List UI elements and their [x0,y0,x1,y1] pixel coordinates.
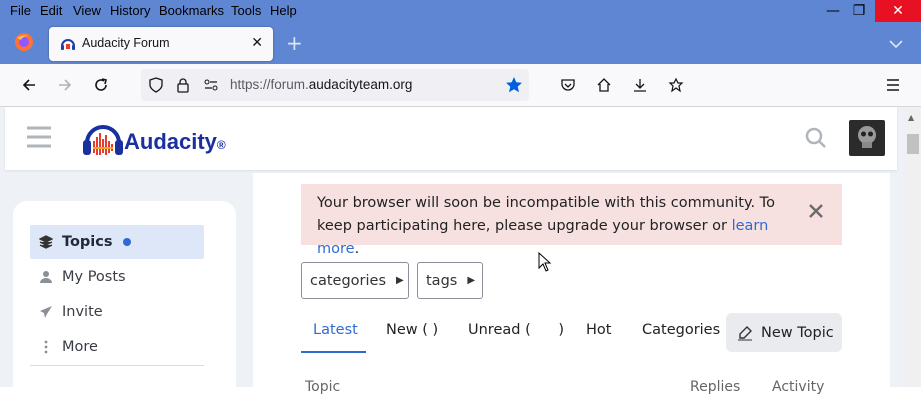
column-header-topic[interactable]: Topic [305,379,340,395]
unread-dot [122,238,131,246]
sidebar: Topics My Posts Invite More [13,201,236,401]
back-arrow-icon[interactable] [17,73,41,97]
menu-history[interactable]: History [110,3,150,18]
scroll-up-icon[interactable]: ▲ [908,113,914,122]
browser-tab[interactable]: Audacity Forum ✕ [49,27,273,61]
tab-close-icon[interactable]: ✕ [251,35,263,51]
alert-text: Your browser will soon be incompatible w… [317,195,775,257]
mouse-cursor-icon [538,251,552,276]
menu-tools[interactable]: Tools [231,3,261,18]
tab-hot[interactable]: Hot [586,322,611,338]
url-text[interactable]: https://forum.audacityteam.org [230,77,412,92]
hamburger-menu-icon[interactable] [881,73,905,97]
alert-close-icon[interactable] [808,200,824,225]
page-content: Audacity® Topics My Posts Invite More Yo… [0,107,905,403]
permissions-icon[interactable] [199,73,223,97]
paper-plane-icon [30,305,62,319]
sidebar-toggle-icon[interactable] [26,126,52,152]
close-window-button[interactable]: ✕ [875,0,921,22]
sidebar-divider [30,365,204,366]
layers-icon [30,235,62,249]
search-icon[interactable] [805,127,827,153]
column-header-activity[interactable]: Activity [772,379,824,395]
main-content: Your browser will soon be incompatible w… [253,173,890,403]
lock-icon[interactable] [171,73,195,97]
menu-file[interactable]: File [10,3,31,18]
active-tab-indicator [301,351,366,353]
new-tab-button[interactable]: + [286,31,303,55]
browser-warning-alert: Your browser will soon be incompatible w… [301,184,842,257]
edit-icon [737,325,753,341]
home-icon[interactable] [592,73,616,97]
audacity-favicon [60,36,76,56]
page-scrollbar[interactable]: ▲ [905,107,921,387]
shield-icon[interactable] [144,73,168,97]
scroll-thumb[interactable] [907,134,919,154]
new-topic-button[interactable]: New Topic [726,313,842,352]
categories-dropdown[interactable]: categories ▶ [301,262,409,299]
vertical-dots-icon [30,340,62,354]
firefox-icon[interactable] [14,32,34,56]
tab-latest[interactable]: Latest [313,322,358,338]
sidebar-item-invite[interactable]: Invite [30,295,204,329]
menu-edit[interactable]: Edit [40,3,62,18]
tab-strip: Audacity Forum ✕ + [0,22,921,64]
tab-title: Audacity Forum [82,36,170,50]
menu-bar: File Edit View History Bookmarks Tools H… [0,0,921,22]
sidebar-item-more[interactable]: More [30,330,204,364]
forward-arrow-icon[interactable] [53,73,77,97]
restore-button[interactable]: ❐ [844,0,874,22]
user-icon [30,270,62,284]
menu-bookmarks[interactable]: Bookmarks [159,3,224,18]
url-bar[interactable]: https://forum.audacityteam.org [141,69,529,101]
navigation-bar: https://forum.audacityteam.org [0,64,921,107]
tab-unread[interactable]: Unread ( ) [468,322,564,338]
pocket-icon[interactable] [556,73,580,97]
sidebar-item-my-posts[interactable]: My Posts [30,260,204,294]
caret-right-icon: ▶ [467,275,476,286]
tab-new[interactable]: New ( ) [386,322,438,338]
audacity-logo-text[interactable]: Audacity® [124,129,226,155]
menu-view[interactable]: View [73,3,101,18]
caret-right-icon: ▶ [396,275,404,286]
menu-help[interactable]: Help [270,3,297,18]
extensions-icon[interactable] [664,73,688,97]
user-avatar[interactable] [849,120,885,156]
reload-icon[interactable] [89,73,113,97]
downloads-icon[interactable] [628,73,652,97]
column-header-replies[interactable]: Replies [690,379,740,395]
tab-categories[interactable]: Categories [642,322,720,338]
bookmark-star-icon[interactable] [502,73,526,97]
tags-dropdown[interactable]: tags ▶ [417,262,483,299]
audacity-logo-icon[interactable] [81,119,125,163]
list-all-tabs-icon[interactable] [889,34,903,53]
site-header: Audacity® [5,107,897,170]
sidebar-item-topics[interactable]: Topics [30,225,204,259]
